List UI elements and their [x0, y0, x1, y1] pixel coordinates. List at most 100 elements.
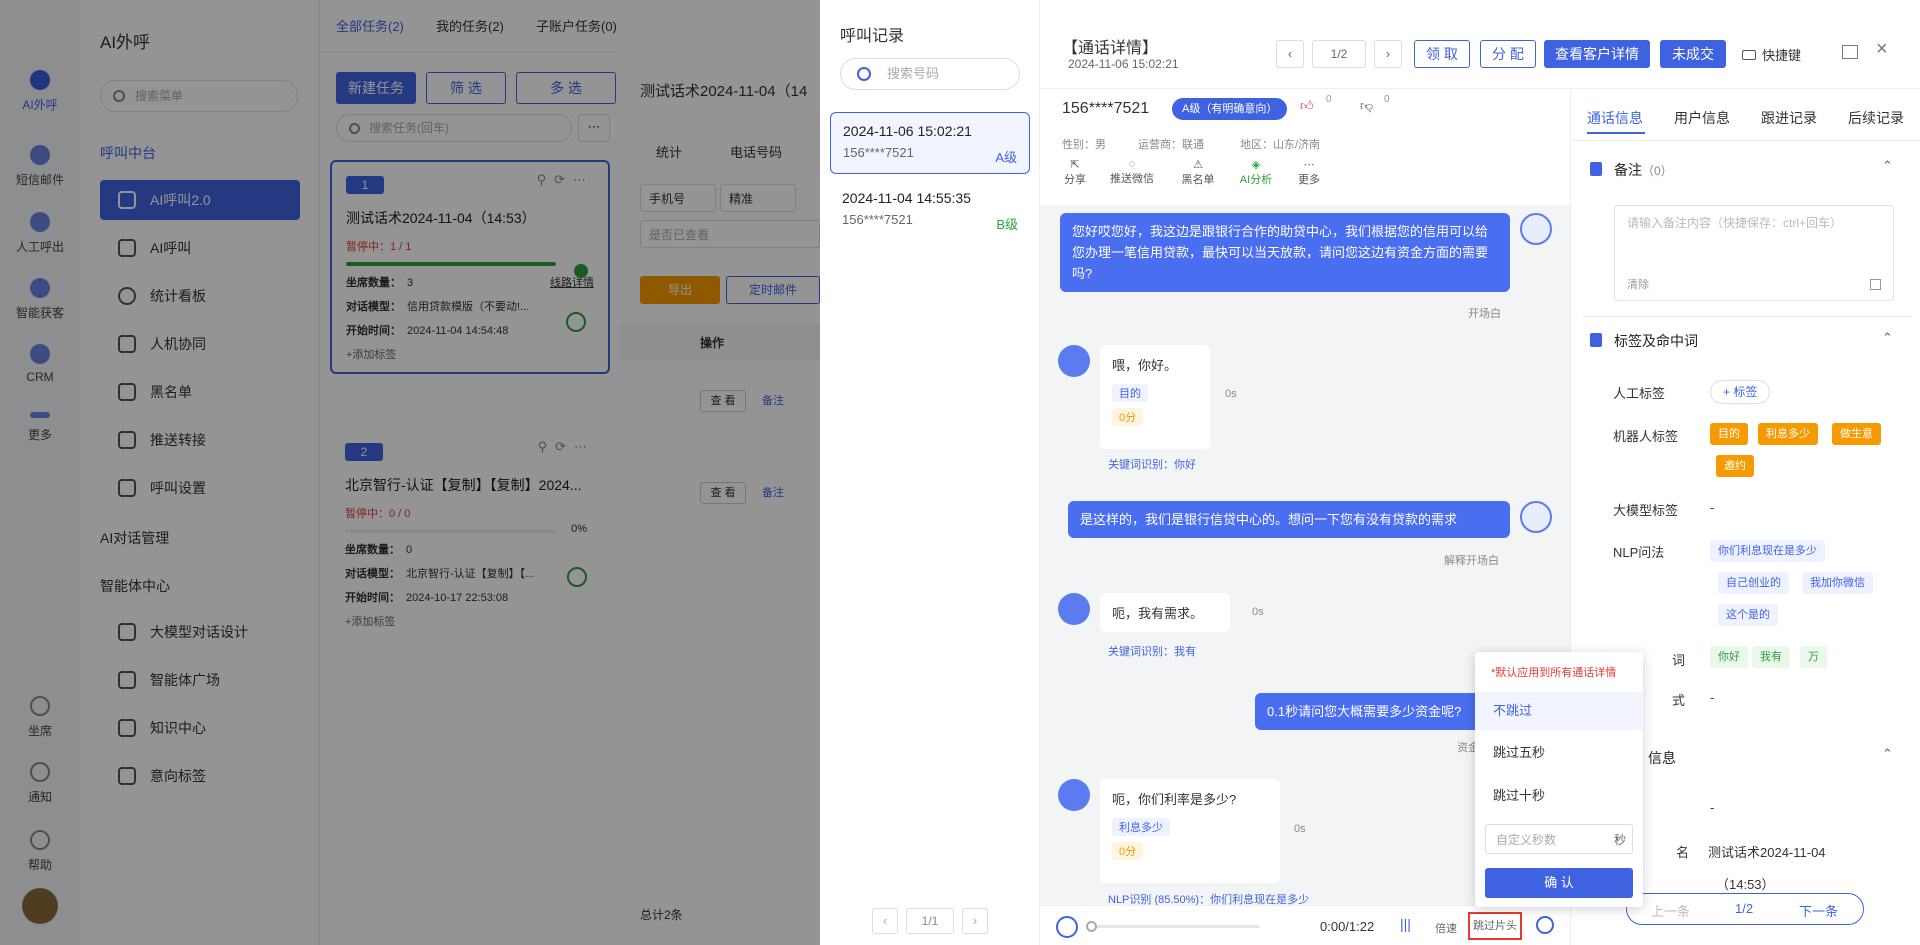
user-message[interactable]: 呃，我有需求。	[1100, 593, 1230, 632]
collapse-icon[interactable]: ⌃	[1882, 158, 1893, 174]
robot-tag: 邀约	[1716, 455, 1754, 477]
option-skip-10s[interactable]: 跳过十秒	[1475, 777, 1643, 815]
manual-tag-label: 人工标签	[1613, 386, 1666, 401]
node-caption: 开场白	[1468, 308, 1501, 320]
keyword-label: 词	[1672, 653, 1686, 668]
regex-value: -	[1710, 690, 1715, 705]
thumbs-up-icon[interactable]: 👍︎	[1300, 98, 1314, 114]
progress-thumb[interactable]	[1086, 921, 1097, 932]
tab-followup[interactable]: 跟进记录	[1761, 108, 1817, 128]
tag-chip: 目的	[1112, 384, 1148, 402]
bookmark-icon	[1590, 333, 1602, 347]
push-wechat-button[interactable]: ◌ 推送微信	[1106, 158, 1158, 186]
agent-message[interactable]: 0.1秒请问您大概需要多少资金呢?	[1255, 693, 1510, 730]
record-phone: 156****7521	[843, 145, 914, 160]
customer-phone: 156****7521	[1062, 100, 1150, 117]
tab-later-records[interactable]: 后续记录	[1848, 108, 1904, 128]
share-button[interactable]: ⇱ 分享	[1062, 158, 1088, 187]
customer-detail-button[interactable]: 查看客户详情	[1544, 40, 1650, 68]
nlp-tag: 我加你微信	[1802, 572, 1873, 594]
note-textarea[interactable]: 请输入备注内容（快捷保存：ctrl+回车） 清除	[1614, 205, 1894, 301]
custom-seconds-input[interactable]: 自定义秒数 秒	[1485, 824, 1633, 854]
info-section-title: 信息	[1648, 750, 1676, 766]
prev-page-button[interactable]: ‹	[872, 908, 898, 934]
note-count: （0）	[1642, 164, 1673, 178]
agent-message[interactable]: 是这样的，我们是银行信贷中心的。想问一下您有没有贷款的需求	[1068, 501, 1510, 538]
modal-overlay[interactable]	[0, 0, 820, 945]
record-item[interactable]: 2024-11-06 15:02:21 156****7521 A级	[830, 112, 1030, 174]
tab-call-info[interactable]: 通话信息	[1587, 108, 1643, 128]
claim-button[interactable]: 领 取	[1414, 40, 1470, 68]
task-name-value-2: （14:53）	[1716, 877, 1775, 892]
call-pager: 1/2	[1312, 40, 1366, 68]
save-icon[interactable]	[1870, 279, 1881, 290]
add-tag-button[interactable]: + 标签	[1710, 380, 1771, 404]
prev-record-button[interactable]: 上一条	[1651, 901, 1690, 920]
ai-analysis-button[interactable]: ◈ AI分析	[1236, 158, 1276, 187]
nlp-tag: 自己创业的	[1718, 572, 1789, 594]
note-placeholder: 请输入备注内容（快捷保存：ctrl+回车）	[1627, 216, 1843, 230]
chat-icon: ◌	[1128, 158, 1136, 170]
info-dash: -	[1710, 800, 1715, 815]
audio-time: 0:00/1:22	[1320, 919, 1375, 934]
call-records-panel: 呼叫记录 搜索号码 2024-11-06 15:02:21 156****752…	[820, 0, 1040, 945]
tags-section-title: 标签及命中词	[1614, 333, 1698, 349]
audio-progress[interactable]	[1090, 925, 1260, 928]
score: 0分	[1112, 408, 1198, 426]
record-search-input[interactable]: 搜索号码	[840, 58, 1020, 90]
keyword-recognition: 关键词识别：你好	[1108, 459, 1196, 471]
no-deal-button[interactable]: 未成交	[1660, 40, 1726, 68]
carrier: 运营商：联通	[1138, 139, 1204, 151]
agent-message[interactable]: 您好哎您好，我这边是跟银行合作的助贷中心，我们根据您的信用可以给您办理一笔信用贷…	[1060, 213, 1510, 292]
robot-tag: 目的	[1710, 423, 1748, 445]
thumbs-down-icon[interactable]: 👎︎	[1360, 98, 1373, 114]
option-no-skip[interactable]: 不跳过	[1475, 692, 1643, 730]
user-message[interactable]: 呃，你们利率是多少? 利息多少 0分	[1100, 779, 1280, 883]
record-time: 2024-11-04 14:55:35	[842, 190, 971, 206]
message-text: 呃，你们利率是多少?	[1112, 792, 1237, 807]
blacklist-button[interactable]: ⚠ 黑名单	[1178, 158, 1218, 187]
assign-button[interactable]: 分 配	[1480, 40, 1536, 68]
record-item[interactable]: 2024-11-04 14:55:35 156****7521 B级	[830, 180, 1030, 242]
download-icon[interactable]	[1536, 916, 1554, 934]
speed-button[interactable]: 倍速	[1435, 920, 1457, 936]
next-call-button[interactable]: ›	[1374, 40, 1402, 68]
play-icon[interactable]	[1056, 916, 1078, 938]
keyword-tag: 我有	[1752, 646, 1790, 668]
nlp-tag: 这个是的	[1718, 604, 1778, 626]
score-chip: 0分	[1112, 842, 1144, 860]
next-page-button[interactable]: ›	[962, 908, 988, 934]
skip-intro-popup: *默认应用到所有通话详情 不跳过 跳过五秒 跳过十秒 自定义秒数 秒 确 认	[1475, 652, 1643, 907]
robot-tag: 做生意	[1832, 423, 1881, 445]
note-section-title: 备注（0）	[1614, 160, 1673, 180]
warning-icon: ⚠	[1193, 159, 1203, 171]
confirm-button[interactable]: 确 认	[1485, 868, 1633, 898]
message-text: 是这样的，我们是银行信贷中心的。想问一下您有没有贷款的需求	[1080, 512, 1458, 527]
waveform-icon[interactable]: |||	[1400, 916, 1411, 932]
search-icon	[857, 67, 871, 81]
task-name-value: 测试话术2024-11-04	[1708, 845, 1826, 860]
score: 0分	[1112, 842, 1268, 860]
close-icon[interactable]: ×	[1876, 38, 1888, 61]
tag-chip: 利息多少	[1112, 818, 1170, 836]
next-record-button[interactable]: 下一条	[1799, 901, 1838, 920]
prev-call-button[interactable]: ‹	[1276, 40, 1304, 68]
skip-intro-button[interactable]: 跳过片头	[1468, 912, 1522, 940]
node-caption: 解释开场白	[1444, 555, 1499, 567]
user-message[interactable]: 喂，你好。 目的 0分	[1100, 345, 1210, 449]
option-skip-5s[interactable]: 跳过五秒	[1475, 734, 1643, 772]
keyword-tag: 你好	[1710, 646, 1748, 668]
clear-button[interactable]: 清除	[1627, 276, 1649, 292]
fullscreen-icon[interactable]	[1842, 45, 1858, 59]
divider	[1570, 140, 1920, 141]
message-duration: 0s	[1252, 606, 1264, 618]
collapse-icon[interactable]: ⌃	[1882, 746, 1893, 762]
collapse-icon[interactable]: ⌃	[1882, 330, 1893, 346]
action-label: 推送微信	[1110, 173, 1154, 185]
tab-user-info[interactable]: 用户信息	[1674, 108, 1730, 128]
detail-time: 2024-11-06 15:02:21	[1068, 57, 1179, 71]
shortcut-button[interactable]: 快捷键	[1742, 45, 1801, 64]
share-icon: ⇱	[1070, 159, 1080, 171]
more-actions-button[interactable]: ⋯ 更多	[1296, 158, 1322, 187]
score-chip: 0分	[1112, 408, 1144, 426]
